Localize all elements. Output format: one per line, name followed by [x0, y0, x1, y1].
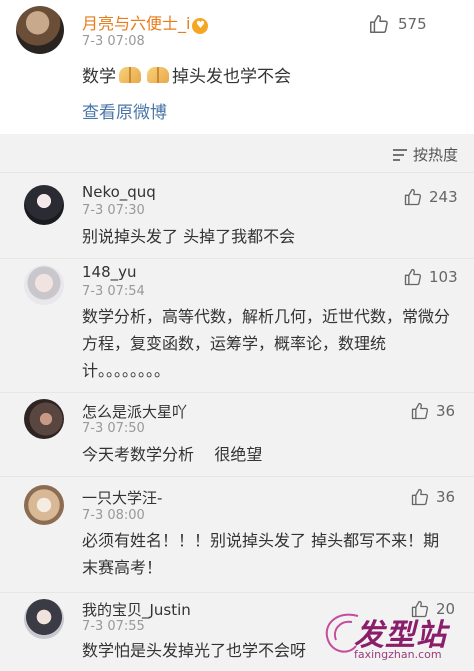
- comment-like-count: 103: [429, 268, 458, 286]
- view-original-link[interactable]: 查看原微博: [82, 98, 167, 123]
- post-time: 7-3 07:08: [82, 34, 145, 49]
- comment-text: 今天考数学分析 很绝望: [82, 445, 263, 464]
- comment-time: 7-3 07:50: [82, 421, 145, 436]
- author-name[interactable]: 月亮与六便士_i ♥: [82, 10, 209, 34]
- comment-item: 怎么是派大星吖 7-3 07:50 36 今天考数学分析 很绝望: [0, 392, 474, 476]
- vip-badge-icon: ♥: [192, 18, 209, 34]
- commenter-name[interactable]: 怎么是派大星吖: [82, 401, 187, 422]
- comment-like-button[interactable]: 103: [403, 267, 458, 287]
- comment-item: 一只大学汪- 7-3 08:00 36 必须有姓名！！！别说掉头发了 掉头都写不…: [0, 476, 474, 592]
- comment-like-count: 36: [436, 402, 456, 420]
- comment-time: 7-3 08:00: [82, 508, 145, 523]
- comment-like-button[interactable]: 36: [410, 487, 455, 507]
- sort-label: 按热度: [412, 146, 458, 164]
- comment-like-button[interactable]: 36: [410, 401, 455, 421]
- author-name-text[interactable]: 月亮与六便士_i: [82, 14, 190, 33]
- thumbs-up-icon: [411, 402, 429, 420]
- post-text-suffix: 掉头发也学不会: [172, 67, 291, 87]
- main-post: 月亮与六便士_i ♥ 7-3 07:08 575 数学 掉头发也学不会 查看原微博: [0, 0, 474, 134]
- commenter-name[interactable]: Neko_quq: [82, 183, 156, 201]
- comment-like-count: 243: [429, 188, 458, 206]
- comment-text: 别说掉头发了 头掉了我都不会: [82, 227, 296, 246]
- thumbs-up-icon: [411, 600, 429, 618]
- comment-like-count: 20: [436, 600, 456, 618]
- comment-time: 7-3 07:55: [82, 619, 145, 634]
- commenter-name[interactable]: 148_yu: [82, 263, 137, 281]
- sort-lines-icon: [392, 148, 407, 161]
- comment-item: Neko_quq 7-3 07:30 243 别说掉头发了 头掉了我都不会: [0, 172, 474, 258]
- thumbs-up-icon: [404, 268, 422, 286]
- thumbs-up-icon: [370, 15, 388, 33]
- commenter-avatar[interactable]: [24, 485, 64, 525]
- comment-like-button[interactable]: 20: [410, 599, 455, 619]
- commenter-avatar[interactable]: [24, 265, 64, 305]
- thumbs-up-icon: [411, 488, 429, 506]
- sort-bar: 按热度: [0, 134, 474, 172]
- comment-item: 我的宝贝_Justin 7-3 07:55 20 数学怕是头发掉光了也学不会呀: [0, 592, 474, 671]
- post-like-button[interactable]: 575: [368, 12, 427, 36]
- commenter-avatar[interactable]: [24, 185, 64, 225]
- comment-item: 148_yu 7-3 07:54 103 数学分析，高等代数，解析几何，近世代数…: [0, 258, 474, 392]
- commenter-avatar[interactable]: [24, 399, 64, 439]
- sort-by-hot-button[interactable]: 按热度: [391, 144, 458, 165]
- comment-text: 数学分析，高等代数，解析几何，近世代数，常微分方程，复变函数，运筹学，概率论，数…: [82, 307, 451, 380]
- post-text: 数学 掉头发也学不会: [82, 62, 291, 87]
- comment-like-button[interactable]: 243: [403, 187, 458, 207]
- author-avatar[interactable]: [16, 6, 64, 54]
- comment-text: 必须有姓名！！！别说掉头发了 掉头都写不来！期末赛高考！: [82, 531, 440, 577]
- clap-hands-icon-2: [147, 66, 169, 83]
- comment-like-count: 36: [436, 488, 456, 506]
- comment-time: 7-3 07:54: [82, 284, 145, 299]
- commenter-name[interactable]: 一只大学汪-: [82, 487, 162, 508]
- clap-hands-icon: [119, 66, 141, 83]
- commenter-avatar[interactable]: [24, 599, 64, 639]
- commenter-name[interactable]: 我的宝贝_Justin: [82, 599, 191, 620]
- comment-time: 7-3 07:30: [82, 203, 145, 218]
- thumbs-up-icon: [404, 188, 422, 206]
- comment-text: 数学怕是头发掉光了也学不会呀: [82, 641, 307, 660]
- post-like-count: 575: [398, 15, 427, 33]
- post-text-prefix: 数学: [82, 67, 116, 87]
